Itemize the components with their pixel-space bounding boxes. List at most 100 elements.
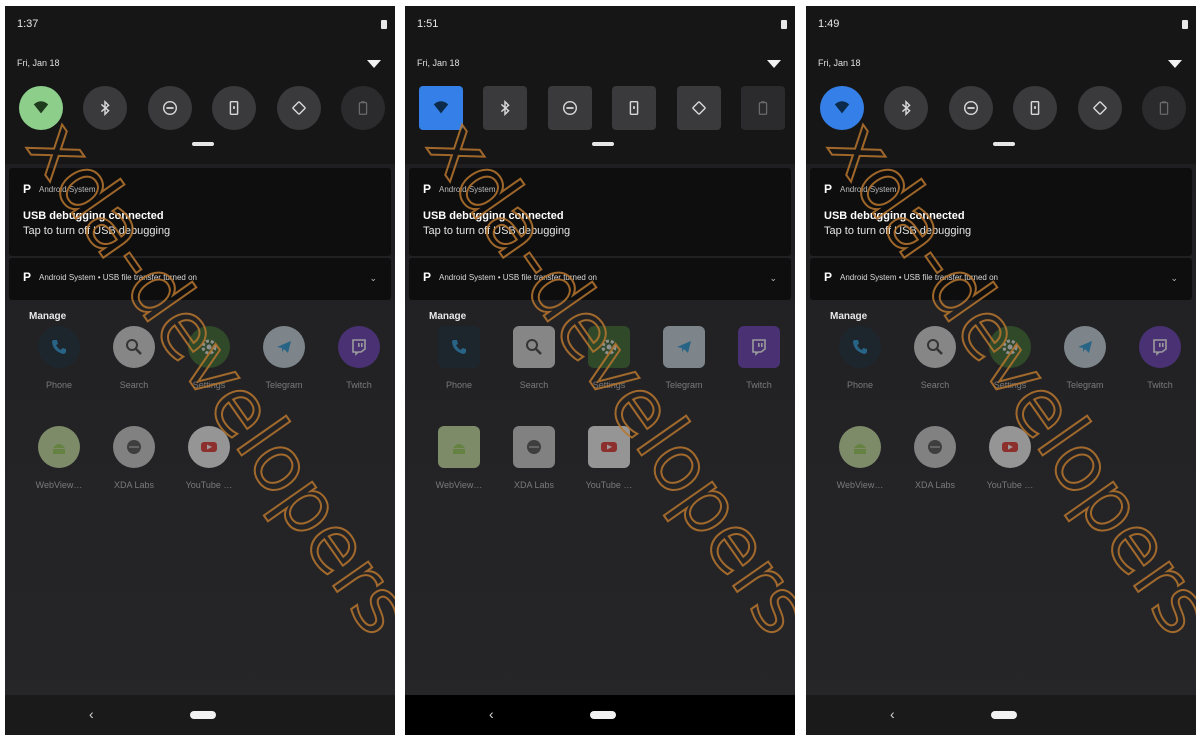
tile-battery-saver[interactable] (740, 86, 785, 130)
tile-bluetooth[interactable] (483, 86, 528, 130)
notification-header: P Android System (423, 183, 495, 195)
date-label[interactable]: Fri, Jan 18 (17, 58, 60, 68)
app-xdalabs[interactable]: XDA Labs (901, 426, 969, 490)
youtube-icon (989, 426, 1031, 468)
tile-flashlight[interactable] (212, 86, 257, 130)
tile-wifi[interactable] (419, 86, 463, 130)
back-icon[interactable]: ‹ (890, 706, 895, 722)
android-system-icon: P (23, 182, 32, 196)
app-label: Phone (445, 380, 473, 390)
notification-usb-debugging[interactable]: P Android System USB debugging connected Ta… (409, 168, 791, 256)
app-youtube[interactable]: YouTube … (976, 426, 1044, 490)
app-xdalabs[interactable]: XDA Labs (500, 426, 568, 490)
tile-do-not-disturb[interactable] (147, 86, 192, 130)
auto-rotate-icon (290, 99, 308, 117)
app-phone[interactable]: Phone (425, 326, 493, 390)
xda-labs-icon (113, 426, 155, 468)
app-telegram[interactable]: Telegram (1051, 326, 1119, 390)
notification-text: Tap to turn off USB debugging (23, 225, 171, 237)
app-webview[interactable]: WebView… (826, 426, 894, 490)
status-bar: 1:37 (5, 6, 395, 46)
manage-button[interactable]: Manage (29, 311, 66, 322)
tile-wifi[interactable] (19, 86, 63, 130)
notification-app-name: Android System (39, 184, 96, 194)
app-settings[interactable]: Settings (175, 326, 243, 390)
battery-saver-icon (1155, 99, 1173, 117)
app-search[interactable]: Search (100, 326, 168, 390)
back-icon[interactable]: ‹ (89, 706, 94, 722)
collapsed-notification-row: P Android System • USB file transfer turn… (824, 271, 998, 283)
collapsed-notification-row: P Android System • USB file transfer turn… (23, 271, 197, 283)
home-pill-button[interactable] (190, 711, 216, 719)
app-webview[interactable]: WebView… (25, 426, 93, 490)
notification-usb-debugging[interactable]: P Android System USB debugging connected Ta… (9, 168, 391, 256)
app-twitch[interactable]: Twitch (1126, 326, 1194, 390)
back-icon[interactable]: ‹ (489, 706, 494, 722)
tile-flashlight[interactable] (1013, 86, 1058, 130)
tile-wifi[interactable] (820, 86, 864, 130)
app-label: Settings (993, 380, 1027, 390)
app-search[interactable]: Search (901, 326, 969, 390)
tile-flashlight[interactable] (612, 86, 657, 130)
app-settings[interactable]: Settings (976, 326, 1044, 390)
tile-bluetooth[interactable] (884, 86, 929, 130)
app-telegram[interactable]: Telegram (250, 326, 318, 390)
chevron-down-icon[interactable]: ⌄ (1170, 273, 1178, 284)
home-pill-button[interactable] (991, 711, 1017, 719)
manage-button[interactable]: Manage (429, 311, 466, 322)
chevron-down-icon[interactable]: ⌄ (369, 273, 377, 284)
app-youtube[interactable]: YouTube … (175, 426, 243, 490)
tile-do-not-disturb[interactable] (547, 86, 592, 130)
quick-settings-panel: 1:51 Fri, Jan 18 (405, 6, 795, 164)
app-twitch[interactable]: Twitch (325, 326, 393, 390)
tile-auto-rotate[interactable] (1077, 86, 1122, 130)
tile-do-not-disturb[interactable] (948, 86, 993, 130)
chevron-down-icon[interactable]: ⌄ (769, 273, 777, 284)
notification-usb-debugging[interactable]: P Android System USB debugging connected Ta… (810, 168, 1192, 256)
app-label: Phone (45, 380, 73, 390)
tile-battery-saver[interactable] (340, 86, 385, 130)
panel-drag-handle[interactable] (592, 142, 614, 146)
app-youtube[interactable]: YouTube … (575, 426, 643, 490)
phone-icon (38, 326, 80, 368)
notification-header: P Android System (824, 183, 896, 195)
tile-bluetooth[interactable] (83, 86, 128, 130)
manage-button[interactable]: Manage (830, 311, 867, 322)
quick-settings-tiles (19, 86, 385, 130)
battery-saver-icon (354, 99, 372, 117)
notification-title: USB debugging connected (824, 210, 965, 222)
app-phone[interactable]: Phone (25, 326, 93, 390)
app-label: Search (119, 380, 149, 390)
search-icon (914, 326, 956, 368)
app-telegram[interactable]: Telegram (650, 326, 718, 390)
status-time: 1:37 (17, 18, 39, 30)
notification-title: USB debugging connected (23, 210, 164, 222)
notification-usb-file-transfer[interactable]: P Android System • USB file transfer turn… (9, 258, 391, 300)
tile-auto-rotate[interactable] (276, 86, 321, 130)
battery-icon (1182, 20, 1188, 29)
app-xdalabs[interactable]: XDA Labs (100, 426, 168, 490)
notification-header: P Android System (23, 183, 95, 195)
app-phone[interactable]: Phone (826, 326, 894, 390)
wifi-icon (432, 99, 450, 117)
notification-app-name: Android System (840, 184, 897, 194)
date-label[interactable]: Fri, Jan 18 (417, 58, 460, 68)
notification-usb-file-transfer[interactable]: P Android System • USB file transfer turn… (409, 258, 791, 300)
tile-battery-saver[interactable] (1141, 86, 1186, 130)
app-search[interactable]: Search (500, 326, 568, 390)
app-settings[interactable]: Settings (575, 326, 643, 390)
search-icon (113, 326, 155, 368)
date-label[interactable]: Fri, Jan 18 (818, 58, 861, 68)
app-twitch[interactable]: Twitch (725, 326, 793, 390)
app-label: Search (519, 380, 549, 390)
status-bar: 1:49 (806, 6, 1196, 46)
panel-drag-handle[interactable] (192, 142, 214, 146)
notification-usb-file-transfer[interactable]: P Android System • USB file transfer turn… (810, 258, 1192, 300)
search-icon (513, 326, 555, 368)
app-webview[interactable]: WebView… (425, 426, 493, 490)
home-pill-button[interactable] (590, 711, 616, 719)
tile-auto-rotate[interactable] (676, 86, 721, 130)
app-label: Twitch (1147, 380, 1173, 390)
panel-drag-handle[interactable] (993, 142, 1015, 146)
bluetooth-icon (897, 99, 915, 117)
